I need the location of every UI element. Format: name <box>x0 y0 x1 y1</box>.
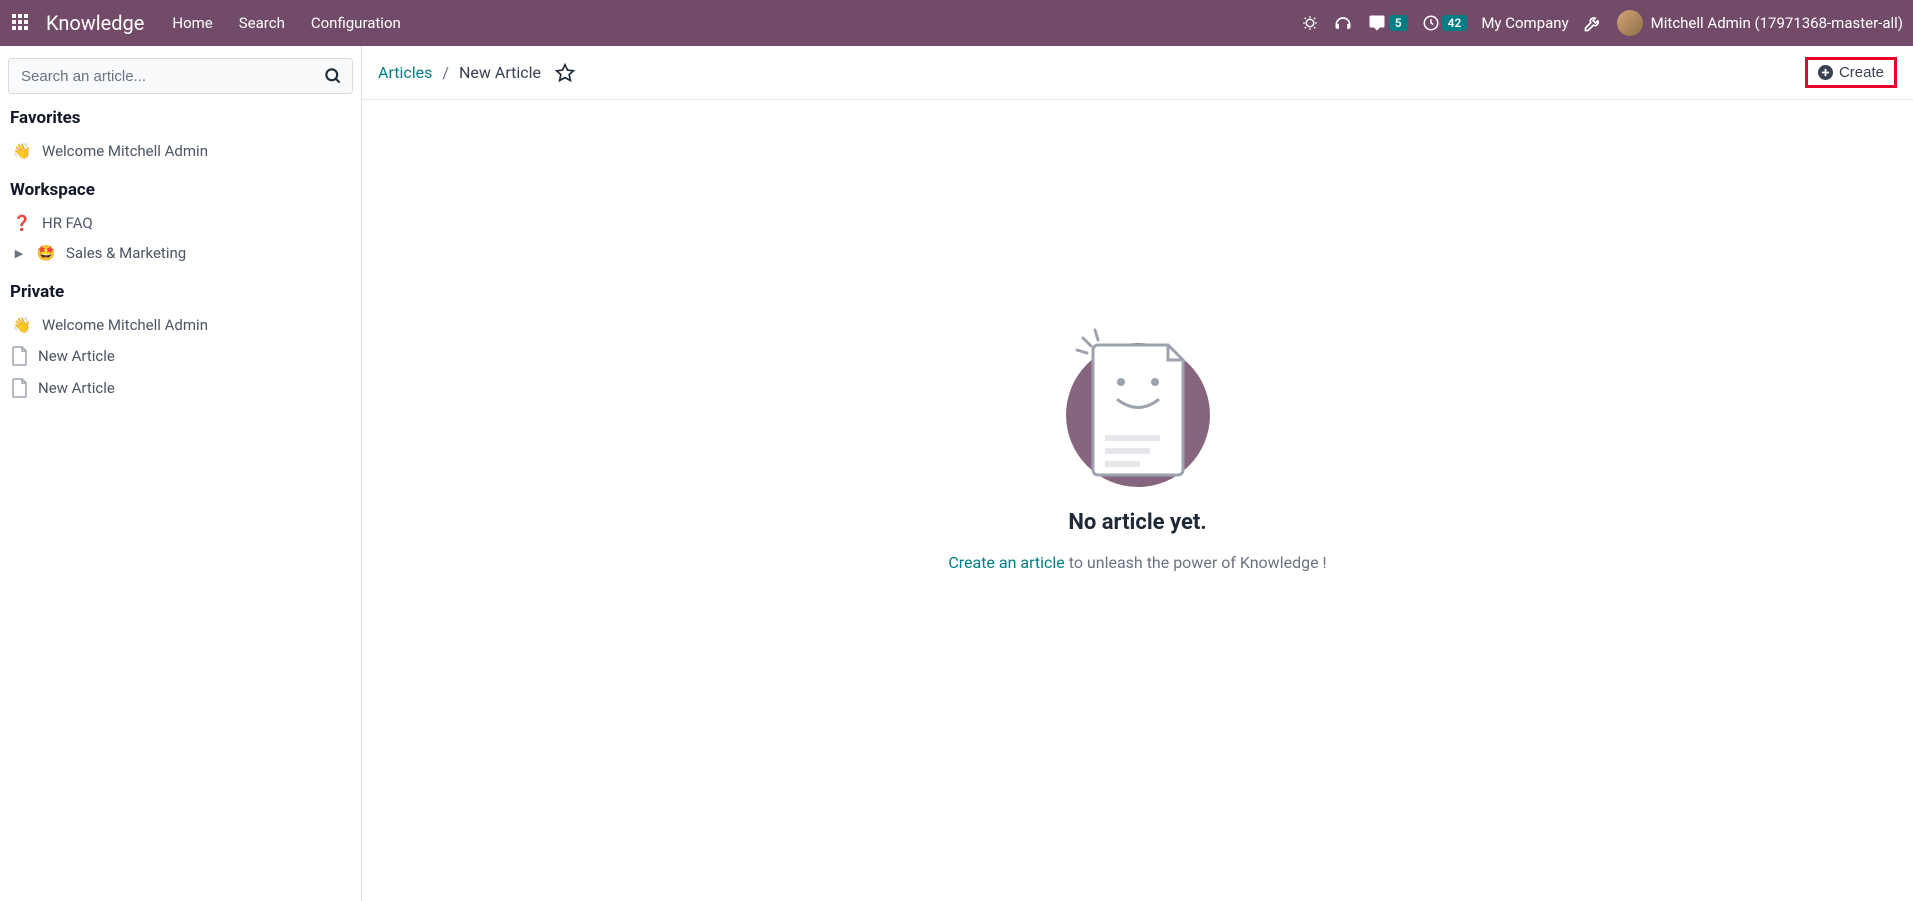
app-brand[interactable]: Knowledge <box>46 11 144 35</box>
document-icon <box>12 378 28 398</box>
sidebar-item-hr-faq[interactable]: ❓ HR FAQ <box>8 208 353 238</box>
section-favorites-title: Favorites <box>10 108 351 128</box>
question-icon: ❓ <box>12 214 32 232</box>
main-content: Articles / New Article Create <box>362 46 1913 901</box>
tools-icon[interactable] <box>1583 13 1603 33</box>
nav-link-home[interactable]: Home <box>172 14 212 32</box>
breadcrumb: Articles / New Article <box>378 63 575 83</box>
debug-icon[interactable] <box>1301 14 1319 32</box>
sidebar-item-label: Sales & Marketing <box>66 244 186 262</box>
sidebar-item-private-welcome[interactable]: 👋 Welcome Mitchell Admin <box>8 310 353 340</box>
wave-icon: 👋 <box>12 316 32 334</box>
create-button[interactable]: Create <box>1805 57 1897 88</box>
sidebar-item-sales-marketing[interactable]: ▶ 🤩 Sales & Marketing <box>8 238 353 268</box>
sidebar-item-favorite-welcome[interactable]: 👋 Welcome Mitchell Admin <box>8 136 353 166</box>
navbar-right: 5 42 My Company Mitchell Admin (17971368… <box>1301 10 1903 36</box>
favorite-star-icon[interactable] <box>555 63 575 83</box>
activities-icon[interactable]: 42 <box>1422 14 1468 32</box>
plus-circle-icon <box>1818 65 1833 80</box>
search-input[interactable] <box>8 58 353 94</box>
empty-state: No article yet. Create an article to unl… <box>362 100 1913 901</box>
breadcrumb-root[interactable]: Articles <box>378 63 432 82</box>
document-icon <box>12 346 28 366</box>
messages-icon[interactable]: 5 <box>1367 14 1408 32</box>
sidebar-item-label: New Article <box>38 379 115 397</box>
empty-subtitle: Create an article to unleash the power o… <box>948 553 1326 572</box>
breadcrumb-current: New Article <box>459 63 541 82</box>
create-button-label: Create <box>1839 64 1884 81</box>
sidebar-item-new-article-1[interactable]: New Article <box>8 340 353 372</box>
wave-icon: 👋 <box>12 142 32 160</box>
messages-badge: 5 <box>1389 15 1408 31</box>
search-icon[interactable] <box>323 66 343 86</box>
support-icon[interactable] <box>1333 13 1353 33</box>
sidebar-item-new-article-2[interactable]: New Article <box>8 372 353 404</box>
chevron-right-icon[interactable]: ▶ <box>12 247 26 260</box>
sidebar-item-label: New Article <box>38 347 115 365</box>
empty-illustration-icon <box>1063 320 1213 490</box>
sidebar-item-label: Welcome Mitchell Admin <box>42 316 208 334</box>
nav-links: Home Search Configuration <box>172 14 400 32</box>
empty-subtitle-rest: to unleash the power of Knowledge ! <box>1065 553 1327 572</box>
section-workspace-title: Workspace <box>10 180 351 200</box>
star-eyes-icon: 🤩 <box>36 244 56 262</box>
nav-link-search[interactable]: Search <box>239 14 285 32</box>
breadcrumb-bar: Articles / New Article Create <box>362 46 1913 100</box>
user-name: Mitchell Admin (17971368-master-all) <box>1651 14 1903 32</box>
user-avatar <box>1617 10 1643 36</box>
activities-badge: 42 <box>1442 15 1468 31</box>
nav-link-configuration[interactable]: Configuration <box>311 14 401 32</box>
section-private-title: Private <box>10 282 351 302</box>
sidebar: Favorites 👋 Welcome Mitchell Admin Works… <box>0 46 362 901</box>
sidebar-item-label: HR FAQ <box>42 214 93 232</box>
sidebar-item-label: Welcome Mitchell Admin <box>42 142 208 160</box>
create-article-link[interactable]: Create an article <box>948 553 1064 572</box>
apps-grid-icon[interactable] <box>12 14 30 32</box>
breadcrumb-separator: / <box>442 63 449 82</box>
top-navbar: Knowledge Home Search Configuration 5 42… <box>0 0 1913 46</box>
user-menu[interactable]: Mitchell Admin (17971368-master-all) <box>1617 10 1903 36</box>
company-selector[interactable]: My Company <box>1481 14 1568 32</box>
empty-title: No article yet. <box>1068 510 1206 535</box>
